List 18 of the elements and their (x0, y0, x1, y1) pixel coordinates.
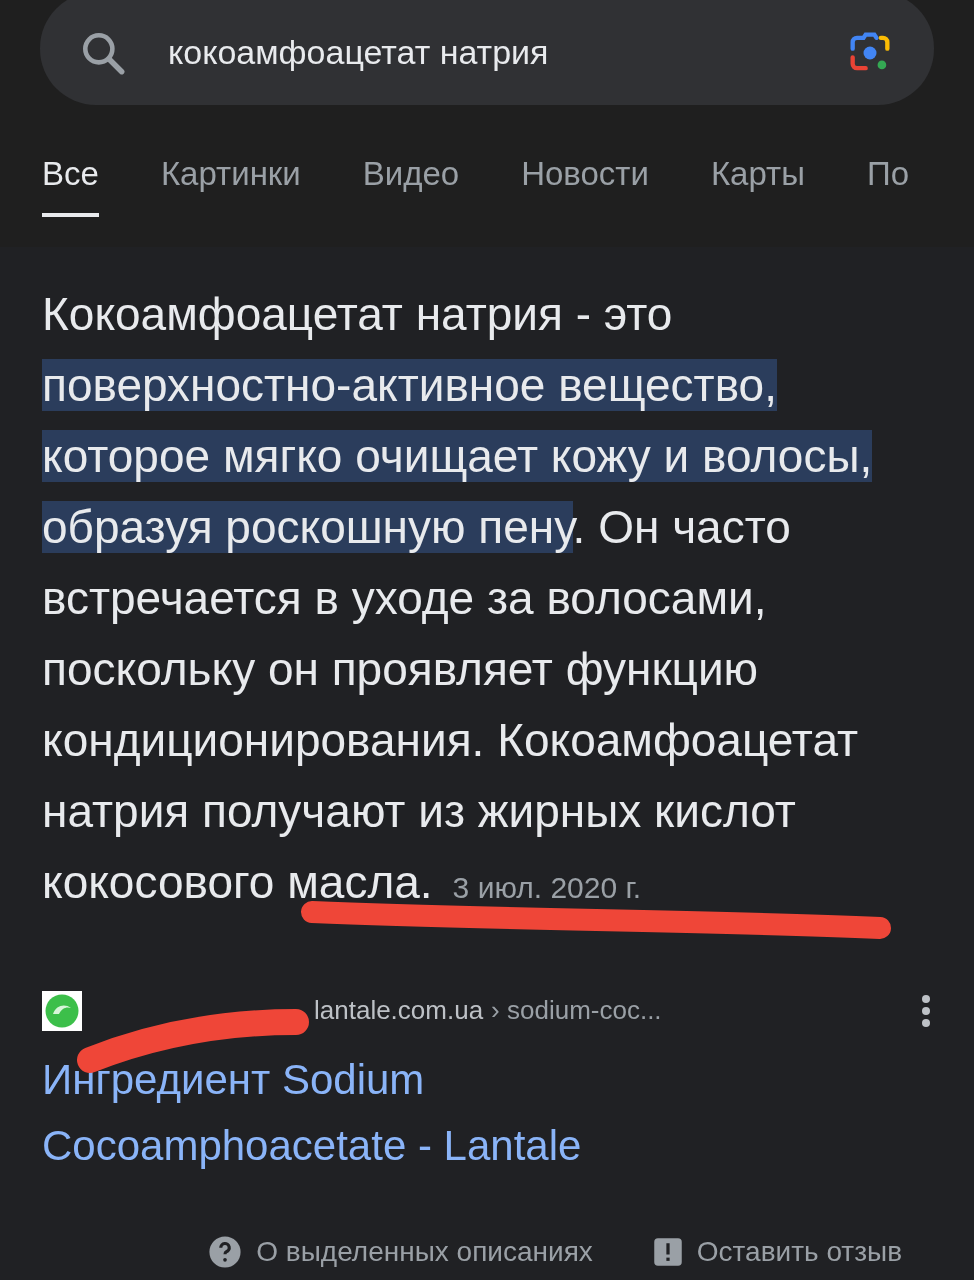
feedback-icon (652, 1236, 683, 1267)
more-options-icon[interactable] (920, 992, 932, 1029)
footer-link[interactable]: Оставить отзыв (652, 1230, 902, 1273)
search-bar[interactable]: кокоамфоацетат натрия (40, 0, 934, 105)
featured-snippet-text: Кокоамфоацетат натрия - это поверхностно-активное вещество, которое мягко очищает кожу и волосы, образуя роскошную пену. Он часто встречается в уходе за волосами, поскольку он проявляет функцию кондиционирования. Кокоамфоацетат натрия получают из жирных кислот кокосового масла. 3 июл. 2020 г. (42, 286, 874, 910)
search-query: кокоамфоацетат натрия (168, 32, 550, 73)
result-url: lantale.com.ua (314, 994, 484, 1027)
search-tab[interactable]: Новости (521, 149, 649, 217)
search-tab[interactable]: Картинки (160, 149, 301, 217)
footer-link[interactable]: О выделенных описаниях (208, 1230, 593, 1273)
search-tab[interactable]: Видео (362, 149, 460, 217)
help-icon (208, 1234, 243, 1269)
search-tab[interactable]: Все (42, 149, 99, 217)
search-tab[interactable]: Карты (710, 149, 805, 217)
result-title-link[interactable]: Ингредиент Sodium Cocoamphoacetate - Lantale (42, 1046, 742, 1179)
result-path: › sodium-coc... (491, 994, 663, 1027)
search-tab[interactable]: По (866, 149, 909, 217)
site-favicon (42, 990, 82, 1031)
